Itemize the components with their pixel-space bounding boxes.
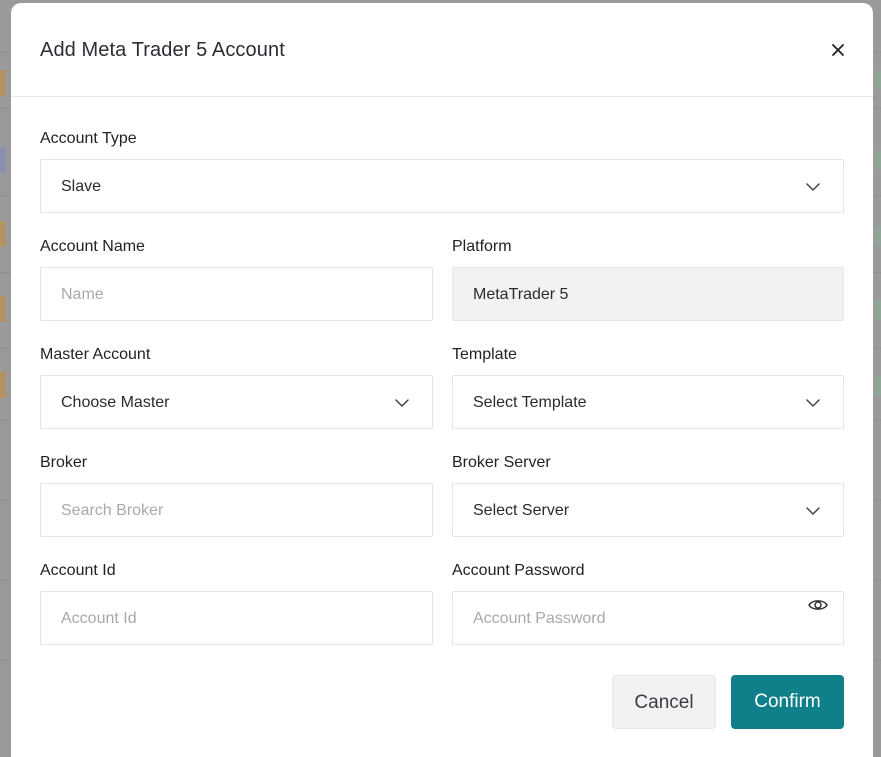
account-type-select[interactable]: Slave [40, 159, 844, 213]
broker-server-label: Broker Server [452, 454, 551, 471]
account-type-value: Slave [61, 178, 102, 195]
background-status-chip [875, 226, 881, 246]
master-account-select[interactable]: Choose Master [40, 375, 433, 429]
platform-field: MetaTrader 5 [452, 267, 844, 321]
broker-server-select[interactable]: Select Server [452, 483, 844, 537]
background-status-chip [0, 372, 6, 398]
template-value: Select Template [473, 394, 587, 411]
chevron-down-icon [806, 183, 820, 191]
cancel-button[interactable]: Cancel [612, 675, 716, 729]
close-button[interactable] [827, 39, 849, 61]
broker-label: Broker [40, 454, 88, 471]
background-status-chip [875, 150, 881, 170]
close-icon [832, 44, 844, 56]
add-account-modal: Add Meta Trader 5 Account Account Type S… [11, 3, 873, 757]
account-password-input[interactable]: Account Password [452, 591, 844, 645]
background-status-chip [875, 300, 881, 320]
background-status-chip [875, 70, 881, 90]
account-id-label: Account Id [40, 562, 116, 579]
chevron-down-icon [806, 399, 820, 407]
master-account-label: Master Account [40, 346, 151, 363]
background-status-chip [0, 296, 6, 322]
account-password-label: Account Password [452, 562, 585, 579]
master-account-value: Choose Master [61, 394, 170, 411]
account-id-placeholder: Account Id [61, 610, 137, 627]
chevron-down-icon [395, 399, 409, 407]
platform-value: MetaTrader 5 [473, 286, 569, 303]
template-label: Template [452, 346, 517, 363]
account-type-label: Account Type [40, 130, 137, 147]
background-status-chip [0, 70, 6, 96]
eye-icon[interactable] [807, 594, 829, 616]
modal-title: Add Meta Trader 5 Account [40, 39, 285, 61]
background-status-chip [0, 221, 6, 247]
background-status-chip [875, 376, 881, 396]
confirm-button[interactable]: Confirm [731, 675, 844, 729]
account-id-input[interactable]: Account Id [40, 591, 433, 645]
account-name-label: Account Name [40, 238, 145, 255]
modal-header: Add Meta Trader 5 Account [11, 3, 873, 97]
account-name-placeholder: Name [61, 286, 104, 303]
template-select[interactable]: Select Template [452, 375, 844, 429]
platform-label: Platform [452, 238, 512, 255]
chevron-down-icon [806, 507, 820, 515]
background-status-chip [0, 147, 6, 173]
broker-placeholder: Search Broker [61, 502, 164, 519]
account-name-input[interactable]: Name [40, 267, 433, 321]
broker-server-value: Select Server [473, 502, 570, 519]
broker-search-input[interactable]: Search Broker [40, 483, 433, 537]
account-password-placeholder: Account Password [473, 610, 606, 627]
